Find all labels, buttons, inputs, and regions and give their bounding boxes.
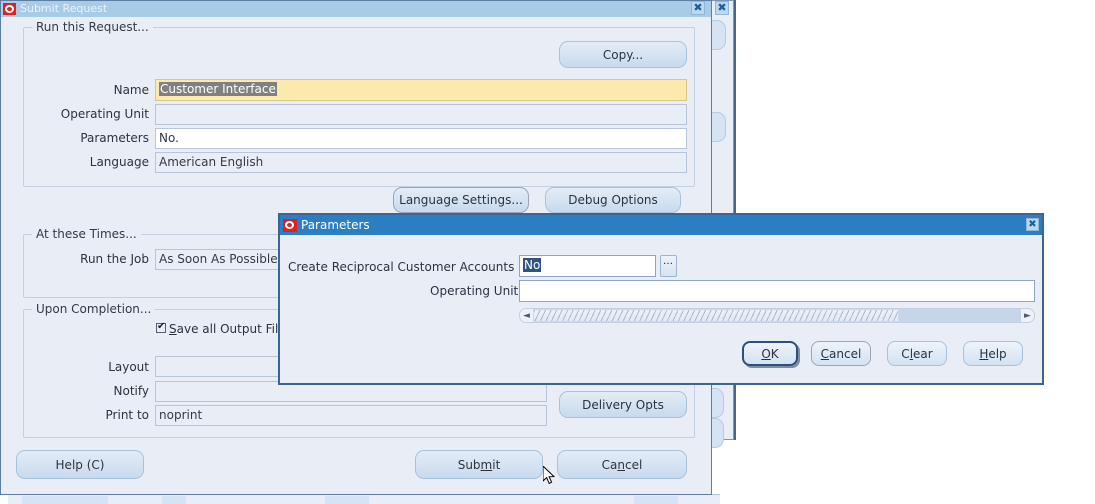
cancel-button-label-pre: Ca (601, 457, 618, 472)
submit-request-title: Submit Request (20, 2, 108, 15)
submit-button-mnemonic: m (480, 457, 493, 472)
at-these-times-group-label: At these Times... (32, 227, 141, 241)
clear-button-label-post: ear (913, 346, 933, 361)
ok-button-label-post: K (770, 346, 779, 361)
run-this-request-group-label: Run this Request... (32, 20, 153, 34)
copy-button[interactable]: Copy... (559, 41, 687, 68)
cancel-button-mnemonic: n (617, 457, 625, 472)
parameters-label: Parameters (80, 131, 149, 145)
name-field-value: Customer Interface (159, 82, 277, 96)
layout-label: Layout (108, 360, 149, 374)
parameters-dialog-close-icon[interactable]: ✖ (1026, 218, 1039, 231)
submit-button[interactable]: Sub m it (415, 450, 543, 479)
parent-window-close-icon[interactable]: ✖ (715, 1, 729, 15)
ok-button-mnemonic: O (761, 346, 771, 361)
background-window-bottom-tab-4 (634, 496, 678, 504)
create-reciprocal-customer-accounts-label: Create Reciprocal Customer Accounts (288, 260, 515, 274)
delivery-opts-button[interactable]: Delivery Opts (559, 391, 687, 418)
oracle-logo-icon (3, 3, 16, 15)
print-to-label: Print to (105, 408, 149, 422)
language-settings-button[interactable]: Language Settings... (393, 187, 529, 213)
parameters-help-mnemonic: H (979, 346, 989, 361)
submit-button-label-pre: Sub (457, 457, 481, 472)
parameters-dialog-titlebar[interactable]: Parameters ✖ (280, 215, 1042, 235)
print-to-field[interactable]: noprint (155, 405, 547, 426)
clear-button[interactable]: Cl ear (887, 341, 947, 366)
scrollbar-thumb[interactable] (533, 309, 899, 322)
save-all-output-files-mnemonic: S (169, 322, 177, 336)
name-label: Name (113, 83, 149, 97)
language-field[interactable]: American English (155, 152, 687, 173)
background-window-bottom-tab-1 (22, 496, 108, 504)
debug-options-button[interactable]: Debug Options (545, 187, 681, 213)
scrollbar-right-arrow-icon[interactable]: ► (1021, 309, 1034, 322)
oracle-logo-icon (283, 218, 297, 232)
create-reciprocal-customer-accounts-field[interactable]: No (519, 255, 656, 277)
screen: Submit Request Run this Request... Copy.… (0, 0, 1095, 504)
operating-unit-field[interactable] (155, 104, 687, 125)
upon-completion-group-label: Upon Completion... (32, 302, 156, 316)
help-button-label: Help (C) (55, 457, 105, 472)
parameters-dialog: Parameters ✖ Create Reciprocal Customer … (278, 213, 1044, 385)
parameters-horizontal-scrollbar[interactable]: ◄ ► (519, 308, 1035, 323)
save-all-output-files-checkbox[interactable] (156, 321, 166, 333)
save-all-output-files-label: Save all Output File (169, 322, 286, 336)
clear-button-label-pre: C (901, 346, 910, 361)
parameters-cancel-button[interactable]: Cancel (811, 341, 871, 366)
name-field[interactable]: Customer Interface (155, 79, 687, 101)
scrollbar-left-arrow-icon[interactable]: ◄ (520, 309, 533, 322)
scrollbar-track[interactable] (533, 309, 1021, 322)
parameters-dialog-title: Parameters (301, 218, 370, 232)
parameters-field[interactable]: No. (155, 128, 687, 149)
cancel-button[interactable]: Ca n cel (557, 450, 687, 479)
create-reciprocal-customer-accounts-value: No (523, 258, 542, 272)
create-reciprocal-customer-accounts-lov-icon[interactable]: … (660, 255, 677, 277)
operating-unit-field[interactable] (519, 280, 1035, 302)
submit-button-label-post: it (492, 457, 501, 472)
run-the-job-label: Run the Job (80, 252, 149, 266)
language-label: Language (89, 155, 149, 169)
parameters-help-button[interactable]: Help (963, 341, 1023, 366)
parameters-cancel-mnemonic: C (820, 346, 830, 361)
submit-request-close-icon[interactable]: ✖ (691, 1, 705, 15)
cancel-button-label-post: cel (625, 457, 643, 472)
save-all-output-files-text: ave all Output File (176, 322, 286, 336)
background-window-bottom-tab-2 (162, 496, 186, 504)
notify-label: Notify (113, 384, 149, 398)
ok-button[interactable]: OK (742, 341, 798, 366)
parameters-cancel-label-post: ancel (829, 346, 862, 361)
parameters-help-label-post: elp (988, 346, 1007, 361)
submit-request-titlebar[interactable]: Submit Request (1, 1, 711, 17)
help-button[interactable]: Help (C) (16, 450, 144, 479)
background-window-bottom-tab-3 (325, 496, 369, 504)
operating-unit-label: Operating Unit (60, 107, 149, 121)
operating-unit-label: Operating Unit (430, 284, 519, 298)
